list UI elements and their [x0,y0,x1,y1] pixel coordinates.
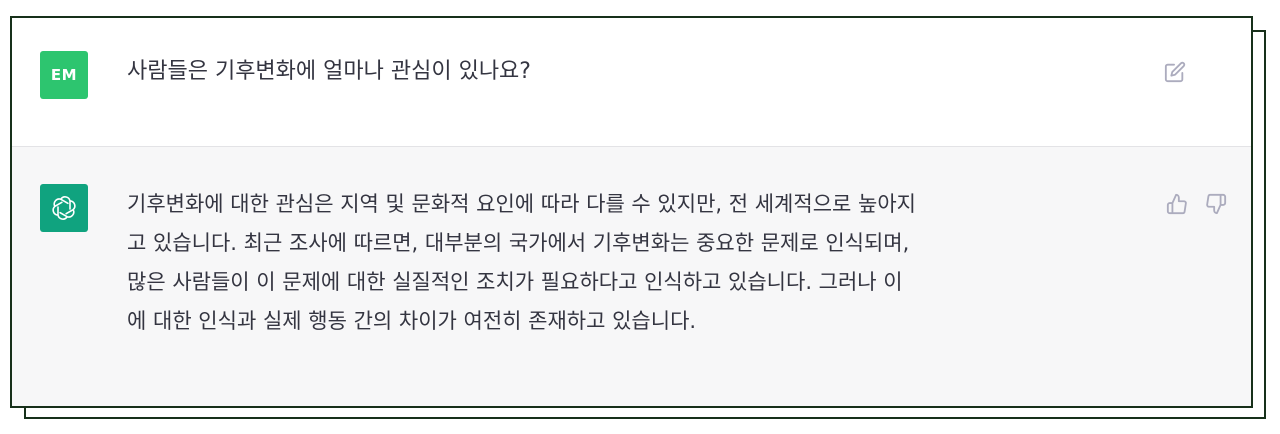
assistant-text-line: 많은 사람들이 이 문제에 대한 실질적인 조치가 필요하다고 인식하고 있습니… [127,270,903,294]
thumbs-up-button[interactable] [1163,190,1191,218]
thumbs-up-icon [1166,193,1187,215]
assistant-message: 기후변화에 대한 관심은 지역 및 문화적 요인에 따라 다를 수 있지만, 전… [12,147,1251,406]
assistant-text-line: 에 대한 인식과 실제 행동 간의 차이가 여전히 존재하고 있습니다. [127,309,697,333]
user-message-text: 사람들은 기후변화에 얼마나 관심이 있나요? [127,59,531,84]
user-avatar: EM [40,51,88,99]
user-message: EM 사람들은 기후변화에 얼마나 관심이 있나요? [12,18,1251,147]
user-avatar-initials: EM [50,66,78,84]
assistant-text-line: 고 있습니다. 최근 조사에 따르면, 대부분의 국가에서 기후변화는 중요한 … [127,231,910,255]
openai-logo-icon [50,196,78,220]
edit-icon [1164,61,1186,83]
assistant-avatar [40,184,88,232]
assistant-message-text: 기후변화에 대한 관심은 지역 및 문화적 요인에 따라 다를 수 있지만, 전… [127,185,1147,341]
assistant-text-line: 기후변화에 대한 관심은 지역 및 문화적 요인에 따라 다를 수 있지만, 전… [127,192,916,216]
chat-window: EM 사람들은 기후변화에 얼마나 관심이 있나요? 기후변화에 대한 관심은 … [10,16,1253,408]
thumbs-down-icon [1206,193,1227,215]
thumbs-down-button[interactable] [1202,190,1230,218]
edit-button[interactable] [1161,58,1189,86]
